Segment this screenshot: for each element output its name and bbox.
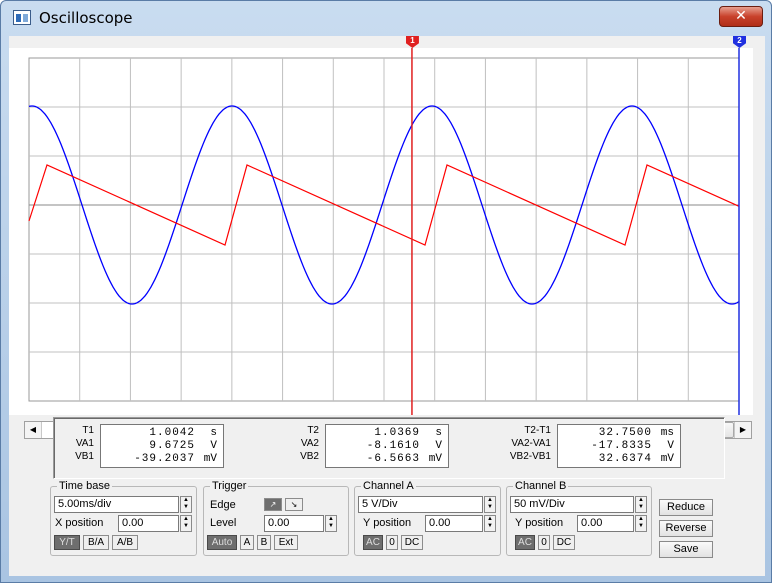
scope-graph <box>28 48 740 415</box>
channel-b-scale-spinner-icon[interactable]: ▲ ▼ <box>635 496 647 513</box>
value-t2: 1.0369 <box>374 427 420 439</box>
channel-b-legend: Channel B <box>515 480 567 492</box>
label-t1: T1 <box>82 425 94 436</box>
readout-t2-values: 1.0369 s -8.1610 V -6.5663 mV <box>325 424 449 468</box>
timebase-legend: Time base <box>59 480 110 492</box>
cursor-1-handle[interactable]: 1 <box>405 36 419 48</box>
timebase-group: Time base 5.00ms/div ▲ ▼ X position 0.00 … <box>50 480 197 556</box>
channel-b-ypos-input[interactable]: 0.00 <box>577 515 634 532</box>
readout-diff-labels: T2-T1 VA2-VA1 VB2-VB1 <box>501 424 551 463</box>
save-button[interactable]: Save <box>659 541 713 558</box>
timebase-scale-field[interactable]: 5.00ms/div <box>54 496 179 513</box>
channel-a-scale-spinner-icon[interactable]: ▲ ▼ <box>484 496 496 513</box>
level-label: Level <box>210 517 237 529</box>
unit-vb1: mV <box>203 453 217 465</box>
readout-t1-values: 1.0042 s 9.6725 V -39.2037 mV <box>100 424 224 468</box>
channel-b-group: Channel B 50 mV/Div ▲ ▼ Y position 0.00 ▲… <box>506 480 652 556</box>
scope-display[interactable] <box>9 48 753 415</box>
scroll-left-icon[interactable]: ◀ <box>25 422 42 438</box>
timebase-scale-spinner-icon[interactable]: ▲ ▼ <box>180 496 192 513</box>
mode-ba-button[interactable]: B/A <box>83 535 109 550</box>
reverse-button[interactable]: Reverse <box>659 520 713 537</box>
label-va1: VA1 <box>75 438 94 449</box>
label-t2-t1: T2-T1 <box>524 425 551 436</box>
trigger-group: Trigger Edge ↗ ↘ Level 0.00 ▲ ▼ Auto A B … <box>203 480 349 556</box>
channel-b-ypos-label: Y position <box>515 517 564 529</box>
label-vb2: VB2 <box>300 451 319 462</box>
value-va2: -8.1610 <box>366 440 420 452</box>
client-area: 1 2 ◀ ▶ T1 VA1 VB1 1.0042 s 9.6725 V -39.2… <box>9 36 765 576</box>
trigger-legend: Trigger <box>212 480 247 492</box>
oscilloscope-app-icon <box>13 10 31 25</box>
channel-a-scale-field[interactable]: 5 V/Div <box>358 496 483 513</box>
label-vb2-vb1: VB2-VB1 <box>509 451 551 462</box>
channel-b-scale-field[interactable]: 50 mV/Div <box>510 496 634 513</box>
edge-label: Edge <box>210 499 236 511</box>
readout-t1-labels: T1 VA1 VB1 <box>54 424 94 463</box>
unit-t2: s <box>435 427 442 439</box>
label-va2: VA2 <box>300 438 319 449</box>
value-va1: 9.6725 <box>149 440 195 452</box>
falling-edge-icon[interactable]: ↘ <box>285 498 303 511</box>
reduce-button[interactable]: Reduce <box>659 499 713 516</box>
scroll-right-icon[interactable]: ▶ <box>734 422 751 438</box>
trigger-a-button[interactable]: A <box>240 535 254 550</box>
label-t2: T2 <box>307 425 319 436</box>
trigger-ext-button[interactable]: Ext <box>274 535 298 550</box>
channel-b-dc-button[interactable]: DC <box>553 535 575 550</box>
measurement-readout: T1 VA1 VB1 1.0042 s 9.6725 V -39.2037 mV T2… <box>53 417 725 479</box>
trigger-auto-button[interactable]: Auto <box>207 535 237 550</box>
channel-a-zero-button[interactable]: 0 <box>386 535 398 550</box>
value-t1: 1.0042 <box>149 427 195 439</box>
value-vb2-vb1: 32.6374 <box>598 453 652 465</box>
channel-a-ypos-label: Y position <box>363 517 412 529</box>
trigger-b-button[interactable]: B <box>257 535 271 550</box>
unit-t2-t1: ms <box>660 427 674 439</box>
unit-vb2-vb1: mV <box>660 453 674 465</box>
value-t2-t1: 32.7500 <box>598 427 652 439</box>
value-vb2: -6.5663 <box>366 453 420 465</box>
mode-yt-button[interactable]: Y/T <box>54 535 80 550</box>
unit-va2: V <box>435 440 442 452</box>
xpos-spinner-icon[interactable]: ▲ ▼ <box>180 515 192 532</box>
channel-b-ypos-spinner-icon[interactable]: ▲ ▼ <box>635 515 647 532</box>
xpos-label: X position <box>55 517 104 529</box>
channel-a-ypos-input[interactable]: 0.00 <box>425 515 483 532</box>
mode-ab-button[interactable]: A/B <box>112 535 138 550</box>
channel-a-group: Channel A 5 V/Div ▲ ▼ Y position 0.00 ▲ ▼ … <box>354 480 501 556</box>
rising-edge-icon[interactable]: ↗ <box>264 498 282 511</box>
unit-va2-va1: V <box>667 440 674 452</box>
label-vb1: VB1 <box>75 451 94 462</box>
oscilloscope-window: Oscilloscope ✕ 1 2 ◀ ▶ T1 VA1 VB1 1.0042… <box>0 0 772 583</box>
cursor-2-handle[interactable]: 2 <box>733 36 746 48</box>
unit-va1: V <box>210 440 217 452</box>
trigger-level-spinner-icon[interactable]: ▲ ▼ <box>325 515 337 532</box>
unit-t1: s <box>210 427 217 439</box>
channel-b-ac-button[interactable]: AC <box>515 535 535 550</box>
readout-diff-values: 32.7500 ms -17.8335 V 32.6374 mV <box>557 424 681 468</box>
value-va2-va1: -17.8335 <box>591 440 652 452</box>
unit-vb2: mV <box>428 453 442 465</box>
trigger-level-input[interactable]: 0.00 <box>264 515 324 532</box>
close-button[interactable]: ✕ <box>719 6 763 27</box>
channel-b-zero-button[interactable]: 0 <box>538 535 550 550</box>
value-vb1: -39.2037 <box>134 453 195 465</box>
label-va2-va1: VA2-VA1 <box>511 438 551 449</box>
channel-a-legend: Channel A <box>363 480 414 492</box>
channel-a-ypos-spinner-icon[interactable]: ▲ ▼ <box>484 515 496 532</box>
title-bar[interactable]: Oscilloscope ✕ <box>1 1 771 35</box>
channel-a-ac-button[interactable]: AC <box>363 535 383 550</box>
channel-a-dc-button[interactable]: DC <box>401 535 423 550</box>
readout-t2-labels: T2 VA2 VB2 <box>279 424 319 463</box>
xpos-input[interactable]: 0.00 <box>118 515 179 532</box>
window-title: Oscilloscope <box>39 9 133 27</box>
